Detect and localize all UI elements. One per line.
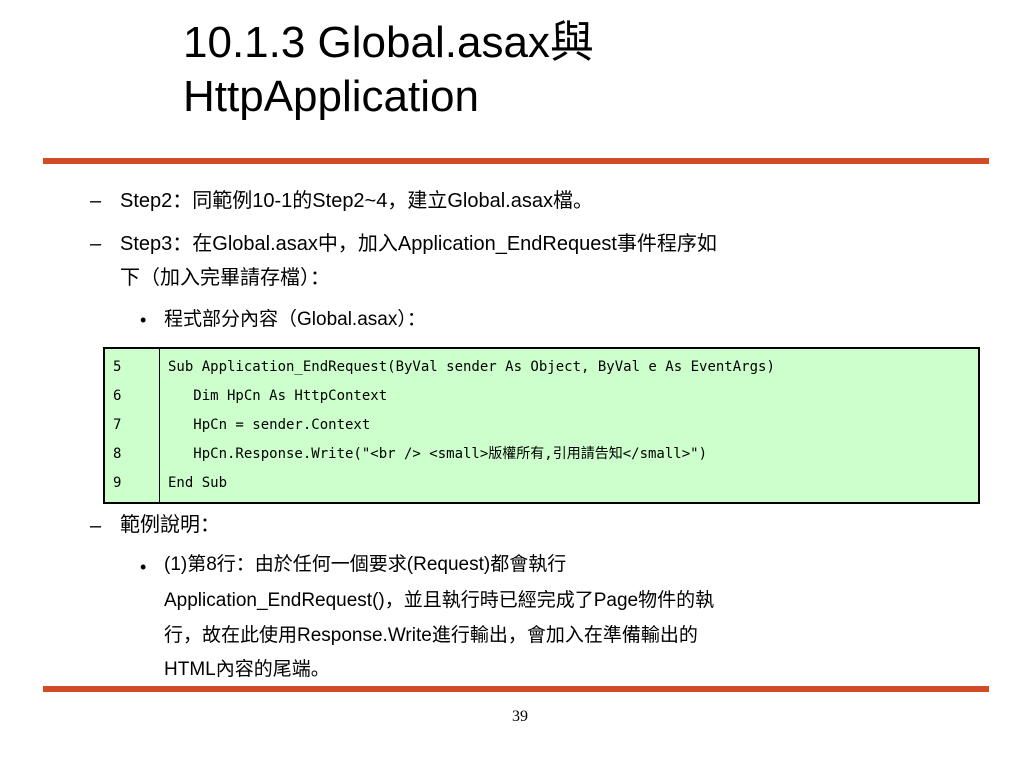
- code-lines: Sub Application_EndRequest(ByVal sender …: [159, 347, 980, 504]
- code-block: 5 6 7 8 9 Sub Application_EndRequest(ByV…: [103, 347, 980, 504]
- bullet-marker: •: [140, 310, 147, 330]
- line-number: 5: [113, 359, 122, 375]
- footer-divider: [43, 686, 989, 692]
- line-number: 9: [113, 475, 122, 491]
- step3-text-line-2: 下（加入完畢請存檔）：: [120, 267, 330, 289]
- page-number: 39: [512, 708, 528, 725]
- program-part-text: 程式部分內容（Global.asax）：: [164, 309, 426, 330]
- code-line: HpCn.Response.Write("<br /> <small>版權所有,…: [168, 446, 708, 462]
- code-line: Sub Application_EndRequest(ByVal sender …: [168, 359, 775, 375]
- line-number: 8: [113, 446, 122, 462]
- code-line: End Sub: [168, 475, 228, 491]
- code-line: HpCn = sender.Context: [168, 417, 371, 433]
- dash-marker: –: [90, 233, 102, 255]
- step2-text: Step2：同範例10-1的Step2~4，建立Global.asax檔。: [120, 190, 593, 212]
- code-line: Dim HpCn As HttpContext: [168, 388, 388, 404]
- line-number: 6: [113, 388, 122, 404]
- step3-text-line-1: Step3：在Global.asax中，加入Application_EndReq…: [120, 233, 717, 255]
- code-line-numbers: 5 6 7 8 9: [103, 347, 160, 504]
- line-number: 7: [113, 417, 122, 433]
- dash-marker: –: [90, 190, 102, 212]
